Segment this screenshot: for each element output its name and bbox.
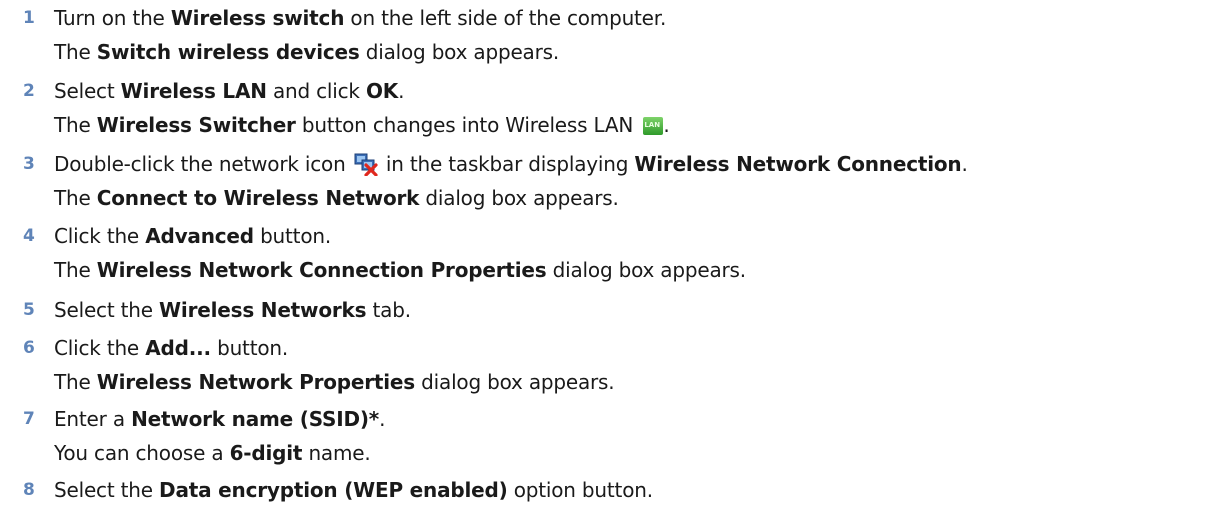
text: . (961, 152, 968, 176)
text: . (663, 113, 670, 137)
step-3-line-1: Double-click the network icon in the tas… (54, 150, 968, 178)
text: dialog box appears. (546, 258, 746, 282)
step-3-line-2: The Connect to Wireless Network dialog b… (54, 184, 619, 212)
bold-term: Switch wireless devices (96, 40, 360, 64)
bold-term: Wireless Network Connection (634, 152, 962, 176)
step-7-line-2: You can choose a 6-digit name. (54, 439, 371, 467)
bold-term: Wireless Network Properties (96, 370, 415, 394)
wireless-lan-icon: LAN (643, 117, 664, 135)
bold-term: Data encryption (WEP enabled) (159, 478, 508, 502)
text: name. (302, 441, 371, 465)
step-6-line-1: Click the Add... button. (54, 334, 288, 362)
text: Click the (54, 224, 146, 248)
bold-term: OK (365, 79, 399, 103)
bold-term: 6-digit (229, 441, 303, 465)
step-number: 8 (23, 480, 35, 500)
lan-icon-label: LAN (644, 121, 661, 129)
text: Select the (54, 478, 160, 502)
bold-term: Wireless switch (170, 6, 345, 30)
step-number: 4 (23, 226, 35, 246)
step-6-line-2: The Wireless Network Properties dialog b… (54, 368, 615, 396)
network-error-icon (354, 152, 378, 177)
bold-term: Add... (145, 336, 211, 360)
text: Select (54, 79, 121, 103)
text: dialog box appears. (359, 40, 560, 64)
text: and click (266, 79, 366, 103)
text: The (54, 258, 97, 282)
text: tab. (366, 298, 412, 322)
text: Enter a (54, 407, 132, 431)
text: button changes into Wireless LAN (295, 113, 640, 137)
step-7-line-1: Enter a Network name (SSID)*. (54, 405, 385, 433)
text: . (379, 407, 386, 431)
step-number: 1 (23, 8, 35, 28)
bold-term: Network name (SSID)* (131, 407, 380, 431)
text: The (54, 370, 97, 394)
text: . (398, 79, 405, 103)
step-number: 3 (23, 154, 35, 174)
text: option button. (507, 478, 653, 502)
step-8-line-1: Select the Data encryption (WEP enabled)… (54, 476, 653, 504)
text: on the left side of the computer. (344, 6, 667, 30)
text: dialog box appears. (419, 186, 619, 210)
step-number: 7 (23, 409, 35, 429)
text: The (54, 40, 97, 64)
text: You can choose a (54, 441, 230, 465)
step-4-line-2: The Wireless Network Connection Properti… (54, 256, 746, 284)
bold-term: Wireless Network Connection Properties (96, 258, 547, 282)
text: Select the (54, 298, 160, 322)
step-2-line-2: The Wireless Switcher button changes int… (54, 111, 670, 139)
bold-term: Advanced (145, 224, 254, 248)
step-5-line-1: Select the Wireless Networks tab. (54, 296, 411, 324)
text: The (54, 186, 97, 210)
text: button. (253, 224, 331, 248)
text: Double-click the network icon (54, 152, 352, 176)
bold-term: Wireless Networks (159, 298, 367, 322)
text: The (54, 113, 97, 137)
text: button. (210, 336, 289, 360)
bold-term: Wireless Switcher (96, 113, 296, 137)
step-number: 5 (23, 300, 35, 320)
text: Turn on the (54, 6, 171, 30)
step-1-line-1: Turn on the Wireless switch on the left … (54, 4, 666, 32)
step-number: 6 (23, 338, 35, 358)
text: Click the (54, 336, 146, 360)
bold-term: Wireless LAN (120, 79, 267, 103)
step-1-line-2: The Switch wireless devices dialog box a… (54, 38, 559, 66)
step-number: 2 (23, 81, 35, 101)
bold-term: Connect to Wireless Network (96, 186, 420, 210)
text: dialog box appears. (415, 370, 615, 394)
step-2-line-1: Select Wireless LAN and click OK. (54, 77, 404, 105)
text: in the taskbar displaying (379, 152, 635, 176)
step-4-line-1: Click the Advanced button. (54, 222, 331, 250)
